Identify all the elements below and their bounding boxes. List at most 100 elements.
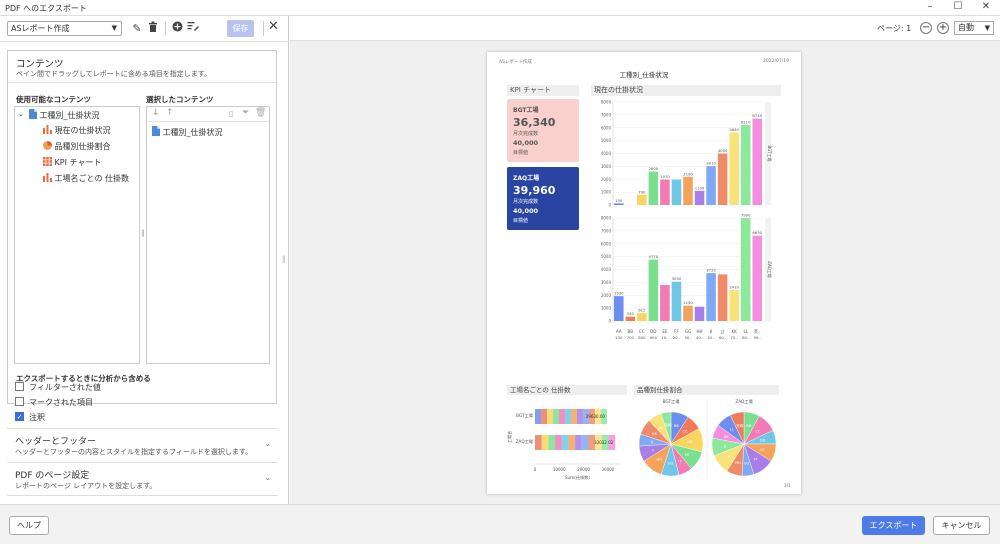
annotations-checkbox[interactable]: ✓	[15, 412, 24, 421]
trash-icon[interactable]	[146, 21, 160, 36]
bar	[752, 118, 762, 205]
x-tick-sublabel: 40..	[696, 335, 703, 340]
tree-root[interactable]: 工種別_仕掛状況	[29, 109, 100, 121]
slice-label: GG	[744, 462, 750, 466]
kpi-card-target: 40,000	[513, 207, 539, 215]
x-tick-label: II	[710, 329, 712, 334]
annotations-label: 注釈	[29, 413, 45, 422]
data-label: 2600	[649, 166, 659, 171]
report-select[interactable]: ASレポート作成 ▼	[7, 21, 122, 36]
y-tick-label: ZAQ工場	[516, 438, 534, 445]
move-down-icon[interactable]: ↓	[152, 108, 160, 118]
y-tick-label: 2000	[601, 177, 612, 182]
dialog-footer: ヘルプ エクスポート キャンセル	[0, 504, 1000, 544]
zoom-in-icon[interactable]: +	[937, 22, 949, 34]
close-window-button[interactable]: ✕	[972, 0, 1000, 15]
data-label: 7990	[741, 213, 751, 218]
zoom-out-icon[interactable]: −	[920, 22, 932, 34]
slice-label: DD	[687, 440, 693, 444]
move-up-icon[interactable]: ↑	[166, 108, 174, 118]
header-footer-section[interactable]: ヘッダーとフッター ヘッダーとフッターの内容とスタイルを指定するフィールドを選択…	[7, 428, 277, 462]
bar	[706, 273, 716, 321]
document-icon	[29, 109, 37, 119]
bookmark-icon[interactable]: ▯	[229, 109, 233, 118]
selected-item[interactable]: 工種別_仕掛状況	[152, 126, 223, 138]
data-label: 4770	[649, 254, 659, 259]
chevron-down-icon[interactable]: ⌄	[18, 110, 24, 118]
export-button[interactable]: エクスポート	[862, 516, 925, 535]
y-tick-label: 3000	[601, 280, 612, 285]
bar-segment	[575, 435, 582, 450]
pdf-settings-description: レポートのページ レイアウトを設定します。	[15, 482, 157, 490]
slice-label: BB	[674, 424, 679, 428]
tree-item-type-ratio[interactable]: 品種別仕掛割合	[43, 141, 111, 152]
kpi-card-target: 40,000	[513, 139, 539, 147]
slice-label: FF	[678, 460, 682, 464]
marked-items-checkbox[interactable]	[15, 397, 24, 406]
bar-chart-icon	[43, 125, 52, 134]
close-icon[interactable]: ✕	[268, 19, 279, 34]
data-label: 3050	[672, 276, 682, 281]
bar-segment	[540, 409, 547, 424]
data-label: 33032.02	[594, 440, 614, 445]
kpi-card-target-label: 目標値	[513, 218, 529, 224]
y-tick-label: 3000	[601, 164, 612, 169]
tree-item-by-factory[interactable]: 工場名ごとの 仕掛数	[43, 173, 129, 184]
save-button[interactable]: 保存	[227, 20, 254, 37]
bar	[637, 194, 647, 205]
kpi-card-target-label: 目標値	[513, 150, 529, 156]
bar	[625, 316, 636, 321]
x-tick-sublabel: 20..	[673, 335, 680, 340]
selected-content-list: ↓ ↑ ▯ ⏷ 🗑 工種別_仕掛状況	[146, 106, 270, 364]
content-heading: コンテンツ	[16, 59, 64, 70]
kpi-card-name: BGT工場	[513, 107, 539, 114]
pdf-settings-section[interactable]: PDF のページ設定 レポートのページ レイアウトを設定します。 ⌄	[7, 462, 277, 496]
data-label: 1100	[695, 185, 705, 190]
zoom-select[interactable]: 自動 ▼	[954, 21, 994, 35]
slice-label: KK	[652, 432, 657, 436]
panel-splitter[interactable]: ‖	[282, 255, 286, 263]
add-circle-icon[interactable]	[170, 21, 184, 36]
trash-icon[interactable]: 🗑	[255, 108, 266, 118]
pie-chart-title: 品種別仕掛割合	[634, 385, 779, 395]
bar	[729, 132, 739, 205]
y-axis-title: 工場名	[507, 431, 513, 444]
bar	[660, 179, 670, 205]
chevron-down-icon: ▼	[984, 24, 990, 32]
y-tick-label: 5000	[601, 254, 612, 259]
bar	[694, 190, 705, 205]
tree-item-kpi-chart[interactable]: KPI チャート	[43, 157, 101, 168]
selected-item-label: 工種別_仕掛状況	[162, 128, 223, 137]
x-tick-label: CC	[639, 329, 645, 334]
tree-item-current-status[interactable]: 現在の仕掛状況	[43, 125, 111, 136]
filtered-values-checkbox[interactable]	[15, 382, 24, 391]
selected-content-label: 選択したコンテンツ	[146, 95, 214, 104]
rename-icon[interactable]	[186, 21, 200, 36]
help-button[interactable]: ヘルプ	[9, 516, 49, 535]
factories-chart-title: 工場名ごとの 仕掛数	[507, 385, 627, 395]
chevron-down-icon[interactable]: ⌄	[264, 439, 271, 448]
x-tick-sublabel: 99..	[754, 335, 761, 340]
x-tick-label: BB	[628, 329, 634, 334]
bar	[752, 235, 762, 321]
y-tick-label: 4000	[601, 151, 612, 156]
filter-icon[interactable]: ⏷	[242, 108, 249, 118]
cancel-button[interactable]: キャンセル	[933, 516, 990, 535]
bar-segment	[561, 435, 569, 450]
x-tick-label: DD	[650, 329, 656, 334]
content-section: コンテンツ ペイン間でドラッグしてレポートに含める項目を指定します。 使用可能な…	[7, 50, 277, 404]
slice-label: FF	[754, 458, 758, 462]
chevron-down-icon[interactable]: ⌄	[264, 473, 271, 482]
minimize-button[interactable]: –	[916, 0, 944, 15]
header-footer-description: ヘッダーとフッターの内容とスタイルを指定するフィールドを選択します。	[15, 448, 253, 456]
edit-icon[interactable]: ✎	[130, 21, 144, 36]
splitter-handle[interactable]: ‖	[141, 229, 145, 237]
x-tick-sublabel: 900	[650, 335, 658, 340]
x-tick-label: 20000	[577, 467, 590, 472]
doc-header-right: 2022/07/19	[763, 59, 789, 64]
slice-label: II	[652, 448, 654, 452]
filtered-values-label: フィルターされた値	[29, 383, 101, 392]
maximize-button[interactable]: ☐	[944, 0, 972, 15]
facet-label: ZAQ工場	[767, 261, 773, 278]
y-tick-label: 4000	[601, 267, 612, 272]
